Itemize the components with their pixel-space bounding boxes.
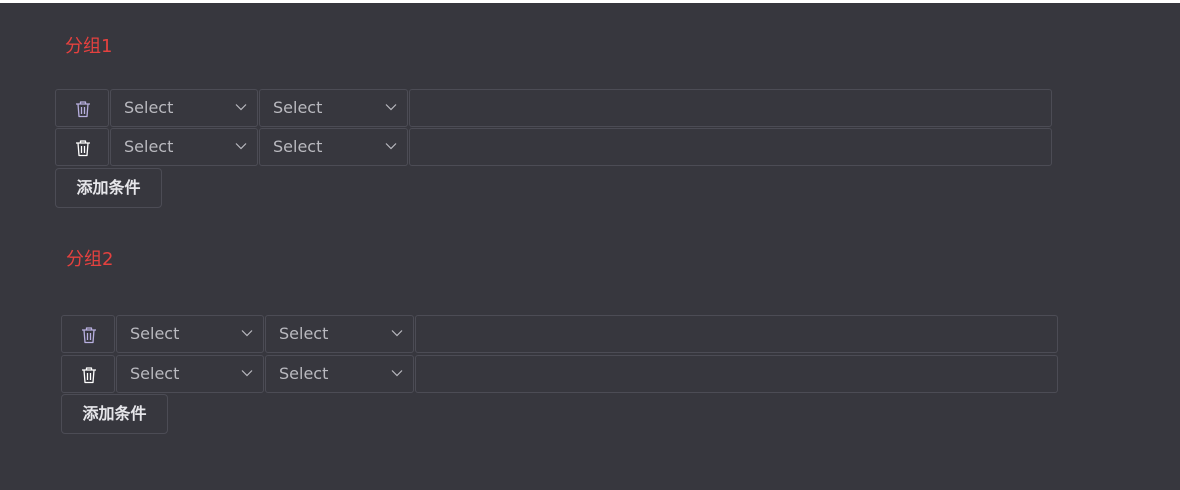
trash-icon xyxy=(82,327,96,344)
trash-icon xyxy=(76,101,90,118)
chevron-down-icon xyxy=(385,143,397,150)
add-condition-button[interactable]: 添加条件 xyxy=(55,168,162,208)
condition-panel: 分组1 Select Select Select Select 添加条件 分组2… xyxy=(0,3,1180,490)
operator-select-placeholder: Select xyxy=(279,324,329,343)
delete-condition-button[interactable] xyxy=(61,355,115,393)
chevron-down-icon xyxy=(391,330,403,337)
operator-select[interactable]: Select xyxy=(259,128,408,166)
value-input[interactable] xyxy=(415,315,1058,353)
field-select-placeholder: Select xyxy=(130,364,180,383)
chevron-down-icon xyxy=(391,370,403,377)
delete-condition-button[interactable] xyxy=(55,89,109,127)
operator-select-placeholder: Select xyxy=(273,98,323,117)
value-input[interactable] xyxy=(415,355,1058,393)
trash-icon xyxy=(82,367,96,384)
chevron-down-icon xyxy=(235,104,247,111)
add-condition-button[interactable]: 添加条件 xyxy=(61,394,168,434)
operator-select-placeholder: Select xyxy=(279,364,329,383)
operator-select[interactable]: Select xyxy=(265,315,414,353)
field-select-placeholder: Select xyxy=(124,137,174,156)
field-select[interactable]: Select xyxy=(110,128,258,166)
operator-select-placeholder: Select xyxy=(273,137,323,156)
chevron-down-icon xyxy=(241,370,253,377)
operator-select[interactable]: Select xyxy=(265,355,414,393)
field-select[interactable]: Select xyxy=(116,355,264,393)
chevron-down-icon xyxy=(235,143,247,150)
field-select[interactable]: Select xyxy=(116,315,264,353)
value-input[interactable] xyxy=(409,89,1052,127)
operator-select[interactable]: Select xyxy=(259,89,408,127)
delete-condition-button[interactable] xyxy=(55,128,109,166)
field-select-placeholder: Select xyxy=(130,324,180,343)
delete-condition-button[interactable] xyxy=(61,315,115,353)
group-title: 分组2 xyxy=(66,249,114,270)
chevron-down-icon xyxy=(385,104,397,111)
chevron-down-icon xyxy=(241,330,253,337)
field-select[interactable]: Select xyxy=(110,89,258,127)
group-title: 分组1 xyxy=(65,36,113,57)
field-select-placeholder: Select xyxy=(124,98,174,117)
trash-icon xyxy=(76,140,90,157)
value-input[interactable] xyxy=(409,128,1052,166)
